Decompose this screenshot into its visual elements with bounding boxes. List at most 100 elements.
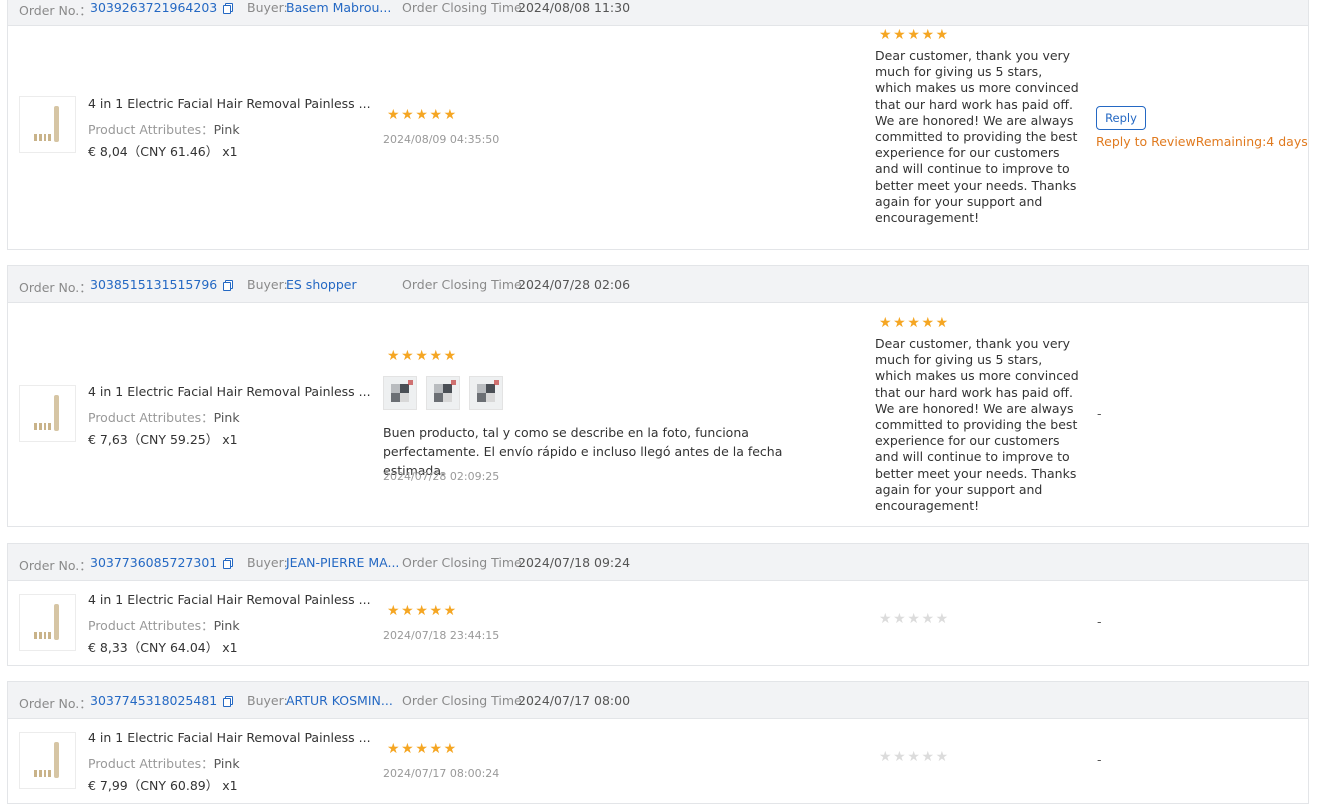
seller-reply-text: Dear customer, thank you very much for g… xyxy=(875,336,1079,514)
order-card: Order No.： 3037745318025481 Buyer: ARTUR… xyxy=(7,681,1309,804)
product-thumbnail[interactable] xyxy=(19,96,76,153)
product-thumbnail[interactable] xyxy=(19,594,76,651)
product-thumbnail[interactable] xyxy=(19,385,76,442)
star-icon: ★ xyxy=(443,603,458,619)
star-icon: ★ xyxy=(429,741,444,757)
star-icon: ★ xyxy=(907,611,922,627)
buyer-label: Buyer: xyxy=(247,277,288,292)
review-rating: ★★★★★ xyxy=(387,108,458,122)
copy-icon[interactable] xyxy=(223,3,234,14)
order-header: Order No.： 3037745318025481 Buyer: ARTUR… xyxy=(7,681,1309,719)
product-name-link[interactable]: 4 in 1 Electric Facial Hair Removal Pain… xyxy=(88,592,371,607)
closing-time-value: 2024/08/08 11:30 xyxy=(518,0,631,15)
star-icon: ★ xyxy=(401,603,416,619)
star-icon: ★ xyxy=(921,611,936,627)
star-icon: ★ xyxy=(879,611,894,627)
order-body: 4 in 1 Electric Facial Hair Removal Pain… xyxy=(7,303,1309,527)
buyer-label: Buyer: xyxy=(247,555,288,570)
star-icon: ★ xyxy=(893,27,908,43)
product-attributes: Product Attributes：Pink xyxy=(88,122,240,137)
action-placeholder: - xyxy=(1097,614,1102,629)
star-icon: ★ xyxy=(443,741,458,757)
star-icon: ★ xyxy=(401,741,416,757)
star-icon: ★ xyxy=(935,611,950,627)
product-price: € 8,04（CNY 61.46） x1 xyxy=(88,144,238,159)
order-no-label: Order No.： xyxy=(19,280,92,295)
star-icon: ★ xyxy=(415,741,430,757)
order-number-link[interactable]: 3039263721964203 xyxy=(90,0,234,15)
closing-time-value: 2024/07/17 08:00 xyxy=(518,693,631,708)
review-rating: ★★★★★ xyxy=(387,742,458,756)
order-number-link[interactable]: 3037736085727301 xyxy=(90,555,234,570)
star-icon: ★ xyxy=(387,603,402,619)
star-icon: ★ xyxy=(415,348,430,364)
buyer-name-link[interactable]: Basem Mabrou... xyxy=(286,0,391,15)
buyer-label: Buyer: xyxy=(247,0,288,15)
review-date: 2024/08/09 04:35:50 xyxy=(383,133,500,146)
order-header: Order No.： 3038515131515796 Buyer: ES sh… xyxy=(7,265,1309,303)
star-icon: ★ xyxy=(893,749,908,765)
action-placeholder: - xyxy=(1097,406,1102,421)
star-icon: ★ xyxy=(429,107,444,123)
star-icon: ★ xyxy=(935,27,950,43)
order-card: Order No.： 3037736085727301 Buyer: JEAN-… xyxy=(7,543,1309,666)
star-icon: ★ xyxy=(921,27,936,43)
star-icon: ★ xyxy=(921,749,936,765)
star-icon: ★ xyxy=(921,315,936,331)
order-body: 4 in 1 Electric Facial Hair Removal Pain… xyxy=(7,719,1309,804)
product-attributes: Product Attributes：Pink xyxy=(88,756,240,771)
order-no-label: Order No.： xyxy=(19,558,92,573)
order-body: 4 in 1 Electric Facial Hair Removal Pain… xyxy=(7,581,1309,666)
review-photo[interactable] xyxy=(469,376,503,410)
review-rating: ★★★★★ xyxy=(387,604,458,618)
star-icon: ★ xyxy=(401,107,416,123)
star-icon: ★ xyxy=(879,27,894,43)
review-rating: ★★★★★ xyxy=(387,349,458,363)
reply-button[interactable]: Reply xyxy=(1096,106,1146,130)
copy-icon[interactable] xyxy=(223,280,234,291)
order-card: Order No.： 3039263721964203 Buyer: Basem… xyxy=(7,0,1309,250)
closing-time-label: Order Closing Time: xyxy=(402,555,526,570)
order-header: Order No.： 3037736085727301 Buyer: JEAN-… xyxy=(7,543,1309,581)
order-card: Order No.： 3038515131515796 Buyer: ES sh… xyxy=(7,265,1309,527)
star-icon: ★ xyxy=(443,348,458,364)
product-price: € 7,99（CNY 60.89） x1 xyxy=(88,778,238,793)
product-price: € 8,33（CNY 64.04） x1 xyxy=(88,640,238,655)
order-number-link[interactable]: 3038515131515796 xyxy=(90,277,234,292)
star-icon: ★ xyxy=(935,749,950,765)
review-photo[interactable] xyxy=(426,376,460,410)
closing-time-label: Order Closing Time: xyxy=(402,0,526,15)
review-date: 2024/07/17 08:00:24 xyxy=(383,767,500,780)
star-icon: ★ xyxy=(907,749,922,765)
order-number-link[interactable]: 3037745318025481 xyxy=(90,693,234,708)
product-thumbnail[interactable] xyxy=(19,732,76,789)
star-icon: ★ xyxy=(401,348,416,364)
copy-icon[interactable] xyxy=(223,696,234,707)
buyer-name-link[interactable]: ARTUR KOSMIN... xyxy=(286,693,393,708)
closing-time-value: 2024/07/18 09:24 xyxy=(518,555,631,570)
product-attributes: Product Attributes：Pink xyxy=(88,618,240,633)
closing-time-value: 2024/07/28 02:06 xyxy=(518,277,631,292)
product-name-link[interactable]: 4 in 1 Electric Facial Hair Removal Pain… xyxy=(88,384,371,399)
reply-remaining: Reply to ReviewRemaining:4 days xyxy=(1096,134,1308,149)
product-price: € 7,63（CNY 59.25） x1 xyxy=(88,432,238,447)
buyer-name-link[interactable]: ES shopper xyxy=(286,277,357,292)
closing-time-label: Order Closing Time: xyxy=(402,277,526,292)
star-icon: ★ xyxy=(879,315,894,331)
reply-rating-empty: ★★★★★ xyxy=(879,750,950,764)
star-icon: ★ xyxy=(387,107,402,123)
star-icon: ★ xyxy=(907,27,922,43)
star-icon: ★ xyxy=(935,315,950,331)
review-photo[interactable] xyxy=(383,376,417,410)
product-name-link[interactable]: 4 in 1 Electric Facial Hair Removal Pain… xyxy=(88,96,371,111)
reply-rating: ★★★★★ xyxy=(879,28,950,42)
reply-rating-empty: ★★★★★ xyxy=(879,612,950,626)
buyer-name-link[interactable]: JEAN-PIERRE MA... xyxy=(286,555,399,570)
order-no-label: Order No.： xyxy=(19,3,92,18)
copy-icon[interactable] xyxy=(223,558,234,569)
reply-rating: ★★★★★ xyxy=(879,316,950,330)
order-no-label: Order No.： xyxy=(19,696,92,711)
star-icon: ★ xyxy=(429,348,444,364)
buyer-label: Buyer: xyxy=(247,693,288,708)
product-name-link[interactable]: 4 in 1 Electric Facial Hair Removal Pain… xyxy=(88,730,371,745)
